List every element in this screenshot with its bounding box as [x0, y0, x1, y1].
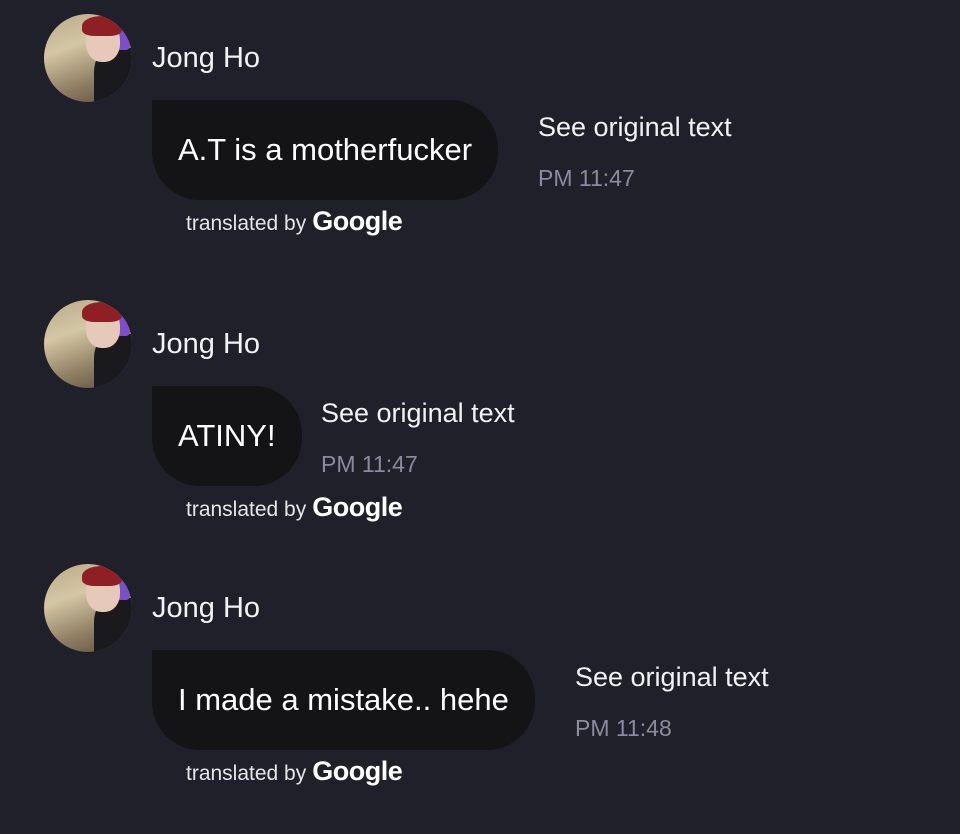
- avatar[interactable]: [44, 300, 132, 388]
- avatar[interactable]: [44, 564, 132, 652]
- message-timestamp: PM 11:47: [321, 451, 418, 477]
- translation-credit: translated by Google: [186, 492, 403, 523]
- google-logo: Google: [312, 206, 403, 236]
- message-bubble[interactable]: ATINY!: [152, 386, 302, 486]
- google-logo: Google: [312, 756, 403, 786]
- see-original-text-link[interactable]: See original text: [321, 398, 515, 429]
- avatar[interactable]: [44, 14, 132, 102]
- google-logo: Google: [312, 492, 403, 522]
- sender-name: Jong Ho: [152, 592, 261, 624]
- message-meta: See original text PM 11:48: [575, 662, 769, 742]
- translated-by-label: translated by: [186, 212, 307, 235]
- translated-by-label: translated by: [186, 762, 307, 785]
- sender-name: Jong Ho: [152, 328, 261, 360]
- message-timestamp: PM 11:48: [575, 715, 672, 741]
- translation-credit: translated by Google: [186, 756, 403, 787]
- see-original-text-link[interactable]: See original text: [575, 662, 769, 693]
- see-original-text-link[interactable]: See original text: [538, 112, 732, 143]
- translation-credit: translated by Google: [186, 206, 403, 237]
- message-meta: See original text PM 11:47: [321, 398, 515, 478]
- chat-message: Jong Ho I made a mistake.. hehe See orig…: [0, 550, 960, 810]
- chat-message: Jong Ho A.T is a motherfucker See origin…: [0, 0, 960, 260]
- message-timestamp: PM 11:47: [538, 165, 635, 191]
- message-bubble[interactable]: A.T is a motherfucker: [152, 100, 499, 200]
- message-bubble[interactable]: I made a mistake.. hehe: [152, 650, 535, 750]
- message-meta: See original text PM 11:47: [538, 112, 732, 192]
- sender-name: Jong Ho: [152, 42, 261, 74]
- translated-by-label: translated by: [186, 498, 307, 521]
- chat-message: Jong Ho ATINY! See original text PM 11:4…: [0, 286, 960, 546]
